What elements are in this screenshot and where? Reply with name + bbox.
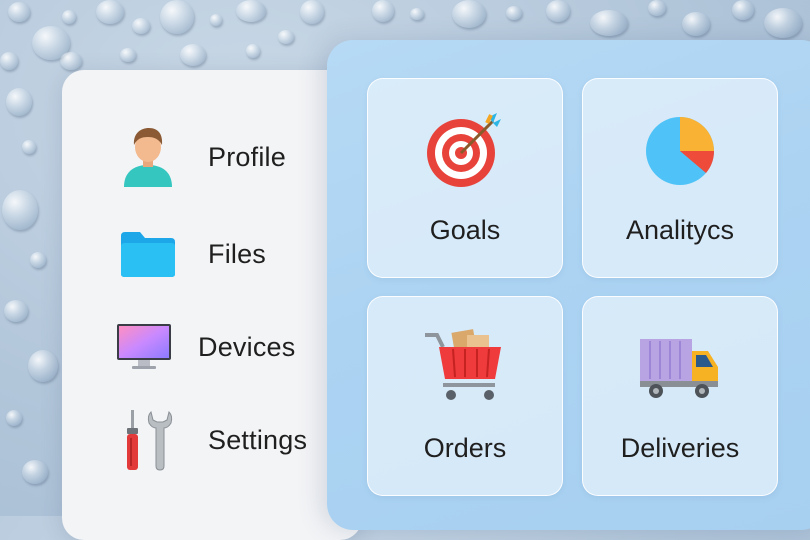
tile-analytics[interactable]: Analitycs	[582, 78, 778, 278]
tile-label: Orders	[423, 433, 507, 463]
shopping-cart-icon	[425, 329, 501, 400]
tile-label: Deliveries	[620, 433, 740, 463]
tile-goals[interactable]: Goals	[367, 78, 563, 278]
folder-icon	[118, 224, 178, 284]
target-icon	[427, 113, 501, 187]
tile-orders[interactable]: Orders	[367, 296, 563, 496]
menu-item-label: Profile	[208, 141, 286, 172]
tile-label: Analitycs	[625, 215, 735, 245]
tile-label: Goals	[429, 215, 501, 245]
tools-icon	[118, 410, 178, 471]
side-menu-panel: Profile Files Devices Settings	[62, 70, 362, 540]
menu-item-label: Files	[208, 238, 267, 269]
menu-item-settings[interactable]: Settings	[118, 405, 307, 475]
truck-icon	[640, 339, 718, 398]
monitor-icon	[114, 317, 174, 377]
menu-item-label: Settings	[208, 424, 308, 455]
menu-item-label: Devices	[198, 331, 296, 362]
user-icon	[118, 127, 178, 187]
tile-deliveries[interactable]: Deliveries	[582, 296, 778, 496]
menu-item-profile[interactable]: Profile	[118, 122, 286, 192]
menu-item-devices[interactable]: Devices	[114, 312, 295, 382]
menu-item-files[interactable]: Files	[118, 219, 266, 289]
pie-chart-icon	[646, 117, 715, 185]
dashboard-panel: Goals Analitycs Orders Deliveries	[327, 40, 810, 530]
